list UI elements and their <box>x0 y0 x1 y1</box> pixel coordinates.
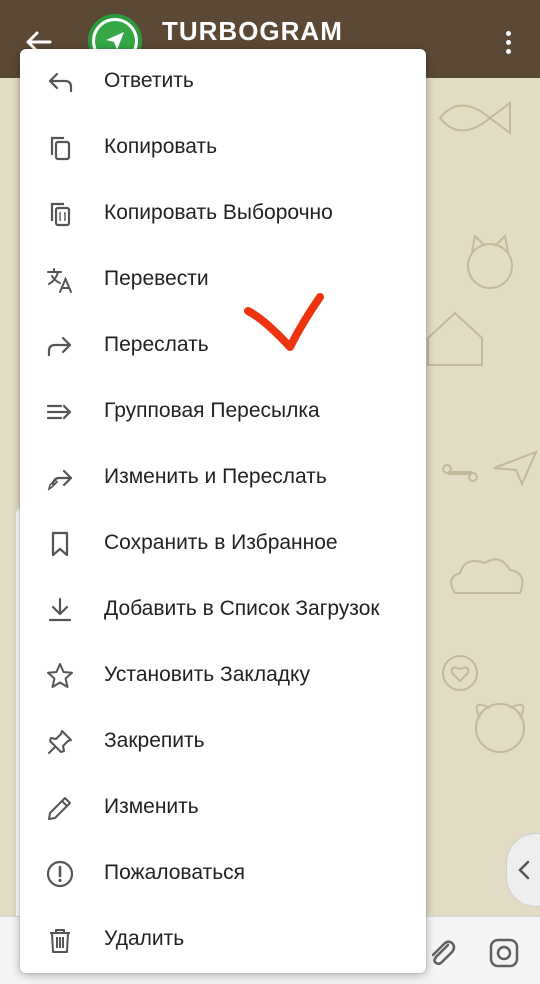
camera-button[interactable] <box>486 935 522 971</box>
group-forward-icon <box>44 396 76 428</box>
paper-plane-doodle-icon <box>493 450 538 487</box>
menu-item-copy-selective[interactable]: Копировать Выборочно <box>20 181 426 247</box>
copy-icon <box>44 132 76 164</box>
menu-item-label: Пожаловаться <box>104 861 246 884</box>
menu-item-label: Изменить и Переслать <box>104 465 327 488</box>
attach-button[interactable] <box>424 935 460 971</box>
pencil-icon <box>44 792 76 824</box>
bone-doodle-icon <box>442 464 478 482</box>
reply-icon <box>44 66 76 98</box>
translate-icon <box>44 264 76 296</box>
download-icon <box>44 594 76 626</box>
side-panel-handle[interactable] <box>506 833 540 907</box>
menu-item-save-favorites[interactable]: Сохранить в Избранное <box>20 511 426 577</box>
heart-doodle-icon <box>442 655 478 691</box>
menu-item-edit-forward[interactable]: Изменить и Переслать <box>20 445 426 511</box>
menu-item-add-download[interactable]: Добавить в Список Загрузок <box>20 577 426 643</box>
more-options-icon[interactable] <box>494 26 522 58</box>
menu-item-report[interactable]: Пожаловаться <box>20 841 426 907</box>
menu-item-edit[interactable]: Изменить <box>20 775 426 841</box>
message-context-menu: Ответить Копировать Копировать Выборочно… <box>20 49 426 973</box>
menu-item-label: Сохранить в Избранное <box>104 531 338 554</box>
menu-item-copy[interactable]: Копировать <box>20 115 426 181</box>
menu-item-group-forward[interactable]: Групповая Пересылка <box>20 379 426 445</box>
camera-icon <box>489 938 519 968</box>
fish-doodle-icon <box>438 101 511 135</box>
menu-item-translate[interactable]: Перевести <box>20 247 426 313</box>
menu-item-pin[interactable]: Закрепить <box>20 709 426 775</box>
star-icon <box>44 660 76 692</box>
menu-item-set-bookmark[interactable]: Установить Закладку <box>20 643 426 709</box>
menu-item-label: Перевести <box>104 267 209 290</box>
menu-item-label: Удалить <box>104 927 185 950</box>
bookmark-icon <box>44 528 76 560</box>
edit-forward-icon <box>44 462 76 494</box>
chat-title[interactable]: TURBOGRAM <box>162 16 343 47</box>
menu-item-delete[interactable]: Удалить <box>20 907 426 973</box>
cat-doodle-icon <box>467 233 513 289</box>
menu-item-label: Ответить <box>104 69 194 92</box>
menu-item-label: Переслать <box>104 333 209 356</box>
trash-icon <box>44 924 76 956</box>
menu-item-label: Установить Закладку <box>104 663 310 686</box>
paperclip-icon <box>431 940 456 966</box>
cloud-doodle-icon <box>450 558 524 594</box>
menu-item-label: Закрепить <box>104 729 205 752</box>
chevron-left-icon <box>518 860 530 880</box>
menu-item-label: Копировать <box>104 135 218 158</box>
menu-item-label: Добавить в Список Загрузок <box>104 597 380 620</box>
menu-item-forward[interactable]: Переслать <box>20 313 426 379</box>
menu-item-reply[interactable]: Ответить <box>20 49 426 115</box>
forward-icon <box>44 330 76 362</box>
red-checkmark-annotation <box>244 293 324 351</box>
dog-doodle-icon <box>475 703 525 753</box>
pin-icon <box>44 726 76 758</box>
copy-selective-icon <box>44 198 76 230</box>
menu-item-label: Копировать Выборочно <box>104 201 333 224</box>
menu-item-label: Изменить <box>104 795 199 818</box>
report-icon <box>44 858 76 890</box>
house-doodle-icon <box>427 311 483 366</box>
menu-item-label: Групповая Пересылка <box>104 399 320 422</box>
